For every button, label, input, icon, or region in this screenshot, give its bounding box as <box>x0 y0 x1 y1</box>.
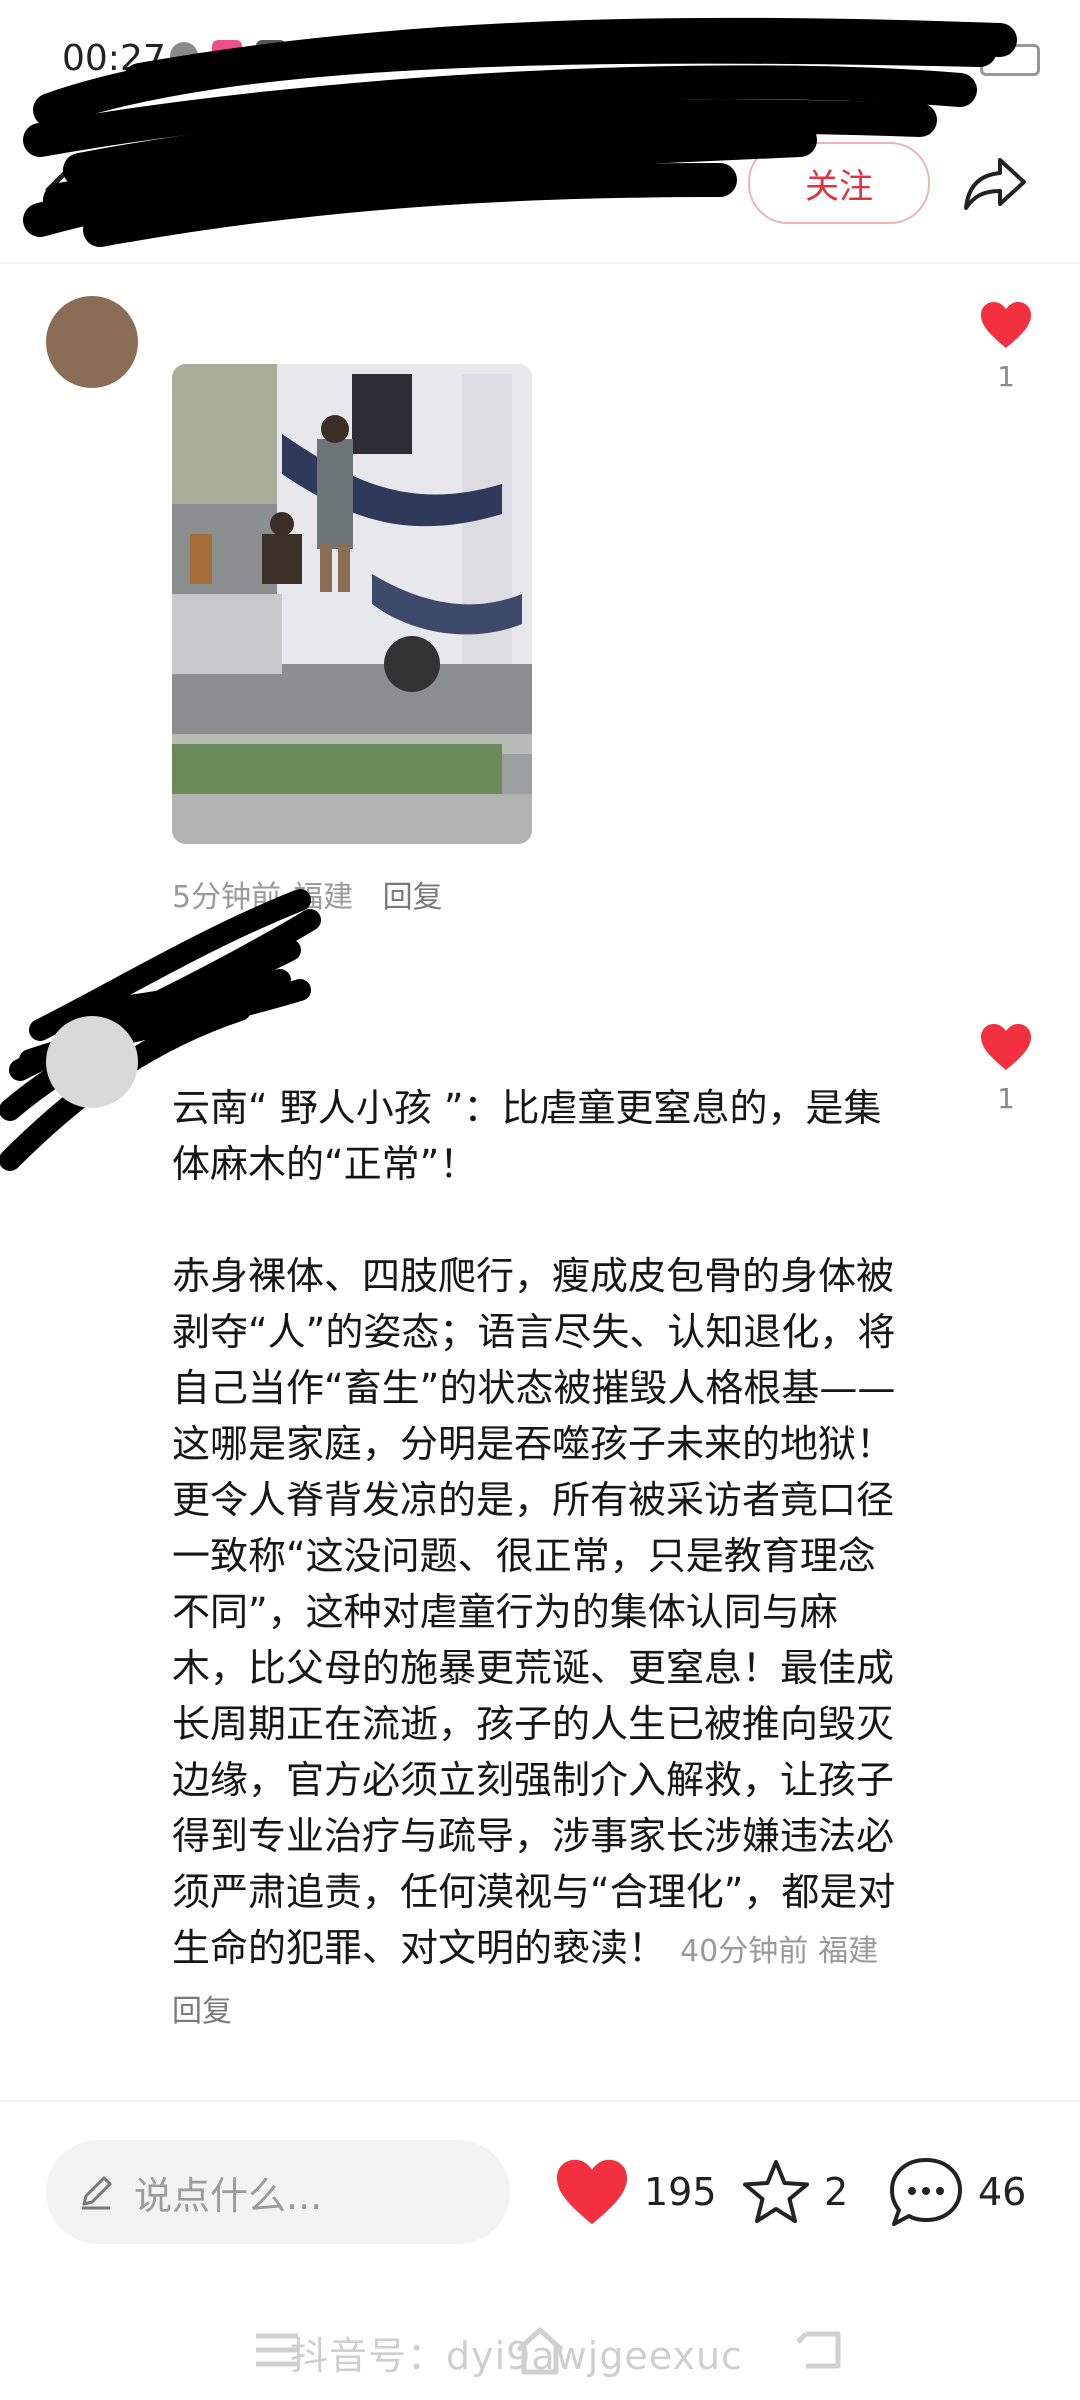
app-notification-icon <box>212 40 242 70</box>
heart-icon <box>557 2159 627 2225</box>
favorite-total: 2 <box>824 2170 849 2214</box>
comment-button[interactable]: 46 <box>886 2146 1026 2238</box>
like-total: 195 <box>644 2170 717 2214</box>
comment-time: 5分钟前 <box>172 880 282 915</box>
favorite-button[interactable]: 2 <box>740 2146 848 2238</box>
comment-detail-screen: 00:27 关注 1 5分钟前 福建 回复 1 云南“ 野人小孩 ”：比虐童更窒… <box>0 0 1080 2400</box>
like-button[interactable]: 195 <box>552 2146 717 2238</box>
reply-button[interactable]: 回复 <box>172 1994 232 2029</box>
back-icon[interactable] <box>40 160 80 220</box>
comment-body: 云南“ 野人小孩 ”：比虐童更窒息的，是集体麻木的“正常”！ 赤身裸体、四肢爬行… <box>172 1080 902 2040</box>
app-notification-icon <box>344 40 374 70</box>
comment-paragraph-text: 赤身裸体、四肢爬行，瘦成皮包骨的身体被剥夺“人”的姿态；语言尽失、认知退化，将自… <box>172 1254 896 1970</box>
avatar[interactable] <box>46 296 138 388</box>
heart-icon[interactable] <box>979 1022 1033 1072</box>
status-bar: 00:27 <box>0 0 1080 120</box>
comment-time: 40分钟前 <box>680 1934 809 1969</box>
username[interactable] <box>172 300 182 335</box>
comment-total: 46 <box>978 2170 1027 2214</box>
like-count: 1 <box>997 1082 1015 1115</box>
pencil-icon <box>82 2176 112 2210</box>
comment-meta: 5分钟前 福建 回复 <box>172 872 455 916</box>
follow-button[interactable]: 关注 <box>748 142 930 224</box>
comment-location: 福建 <box>293 880 354 915</box>
comment-input-placeholder: 说点什么... <box>134 2173 323 2218</box>
comment-like[interactable]: 1 <box>966 300 1046 393</box>
reply-button[interactable]: 回复 <box>383 880 443 915</box>
heart-icon[interactable] <box>979 300 1033 350</box>
mail-icon <box>300 40 330 70</box>
star-icon <box>743 2160 809 2223</box>
top-header: 关注 <box>0 120 1080 260</box>
notification-icons <box>170 40 374 70</box>
comment-paragraph: 赤身裸体、四肢爬行，瘦成皮包骨的身体被剥夺“人”的姿态；语言尽失、认知退化，将自… <box>172 1248 902 2040</box>
avatar[interactable] <box>46 1016 138 1108</box>
divider <box>0 2100 1080 2102</box>
status-time: 00:27 <box>62 38 166 79</box>
chat-bubble-icon <box>890 2158 962 2226</box>
divider <box>0 262 1080 264</box>
comment-paragraph: 云南“ 野人小孩 ”：比虐童更窒息的，是集体麻木的“正常”！ <box>172 1086 882 1186</box>
battery-icon <box>980 44 1040 76</box>
comment-input[interactable]: 说点什么... <box>46 2140 510 2244</box>
comment-location: 福建 <box>818 1934 879 1969</box>
share-icon[interactable] <box>960 148 1030 218</box>
wechat-icon <box>170 42 198 70</box>
comment-like[interactable]: 1 <box>966 1022 1046 1115</box>
watermark: 抖音号：dyi9awjgeexuc <box>290 2334 743 2378</box>
back-nav-icon[interactable] <box>790 2320 850 2380</box>
app-notification-icon <box>256 40 286 70</box>
like-count: 1 <box>997 360 1015 393</box>
comment-photo[interactable] <box>172 364 532 844</box>
